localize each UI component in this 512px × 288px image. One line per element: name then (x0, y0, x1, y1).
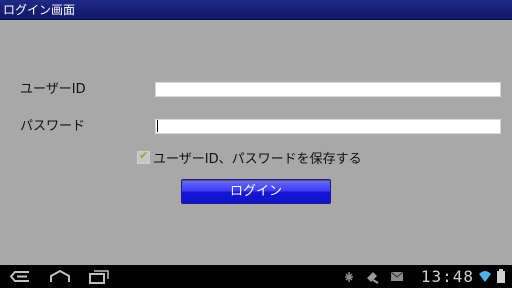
text-cursor (157, 120, 158, 132)
debug-icon (345, 272, 353, 282)
remember-checkbox[interactable]: ✔ (137, 149, 150, 164)
password-field[interactable] (155, 119, 501, 134)
recent-apps-icon[interactable] (88, 269, 110, 284)
back-icon[interactable] (8, 269, 32, 284)
login-form (0, 20, 512, 265)
system-navigation-bar: 13:48 (0, 265, 512, 288)
home-icon[interactable] (48, 269, 72, 284)
battery-icon (497, 269, 505, 283)
usb-icon (367, 272, 379, 284)
email-icon (390, 271, 404, 281)
login-button[interactable]: ログイン (181, 179, 331, 204)
user-id-field[interactable] (155, 82, 501, 97)
password-label: パスワード (20, 119, 86, 134)
window-title: ログイン画面 (3, 3, 76, 17)
user-id-label: ユーザーID (20, 82, 86, 97)
title-bar: ログイン画面 (0, 0, 512, 20)
remember-credentials-row[interactable]: ✔ ユーザーID、パスワードを保存する (137, 148, 362, 167)
remember-label[interactable]: ユーザーID、パスワードを保存する (153, 148, 362, 167)
check-mark-icon: ✔ (139, 149, 149, 162)
clock-time: 13:48 (420, 267, 474, 286)
wifi-icon (479, 271, 491, 282)
